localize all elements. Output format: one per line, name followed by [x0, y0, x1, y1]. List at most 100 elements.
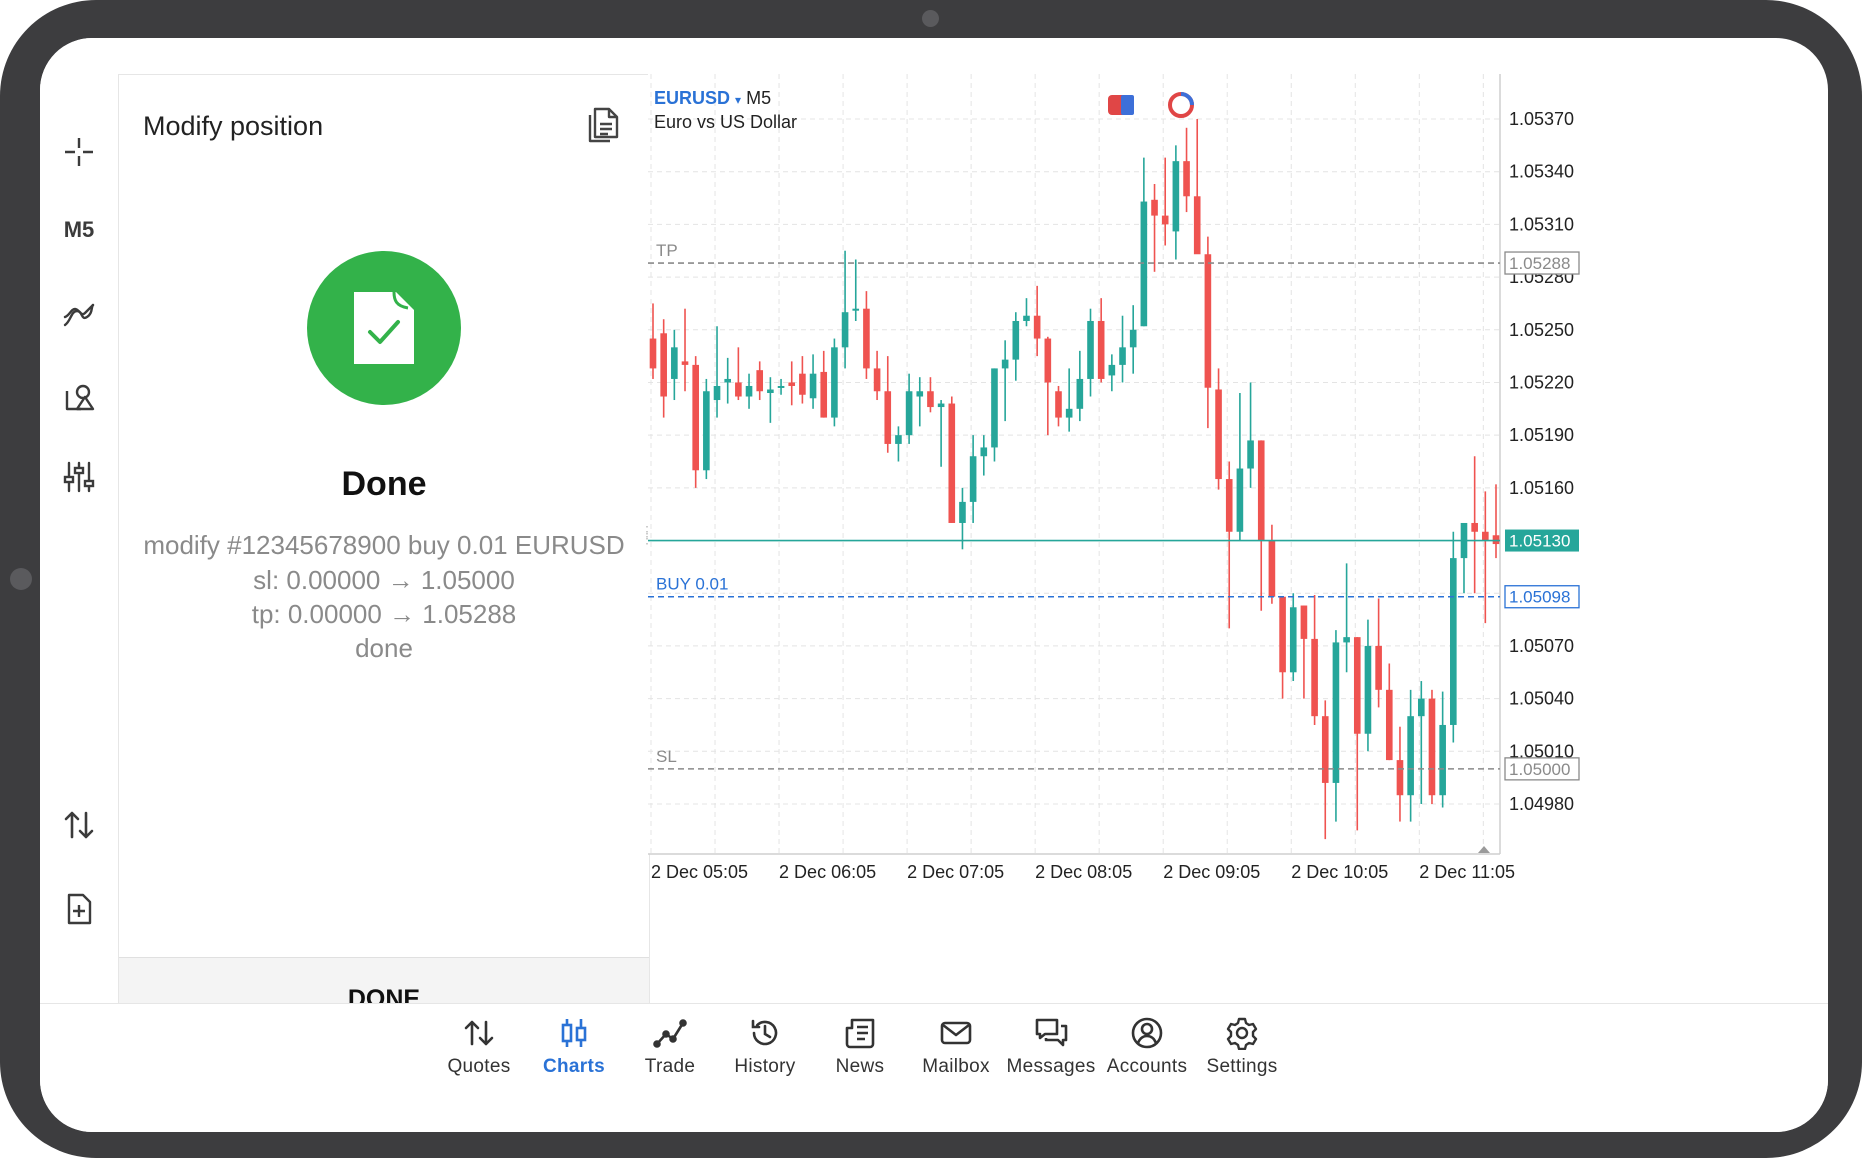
new-order-icon[interactable]	[52, 882, 106, 936]
nav-label: Mailbox	[922, 1056, 990, 1077]
candle-body	[1183, 161, 1190, 197]
candle-body	[1364, 645, 1372, 734]
candle-body	[1193, 196, 1201, 255]
message-line-tp: tp: 0.00000 → 1.05288	[251, 599, 517, 629]
candle-body	[735, 382, 742, 397]
y-tick-label: 1.05070	[1509, 636, 1574, 656]
candle-body	[1289, 607, 1297, 673]
candle-body	[1332, 642, 1340, 783]
candle-body	[788, 382, 796, 386]
candle-body	[681, 361, 689, 365]
candle-body	[777, 385, 785, 388]
candle-body	[1161, 215, 1169, 225]
candle-body	[1279, 596, 1286, 673]
candle-body	[1076, 378, 1084, 409]
screen: M5 Modify position Done modify #12345678…	[40, 38, 1828, 1132]
y-tick-label: 1.05160	[1509, 478, 1574, 498]
candle-body	[671, 347, 678, 379]
candle-body	[1247, 440, 1254, 469]
candle-body	[649, 338, 657, 369]
candle-body	[1151, 199, 1158, 216]
current-price-label: 1.05130	[1509, 532, 1570, 551]
candle-body	[1012, 320, 1020, 360]
candle-body	[1108, 364, 1116, 376]
candle-body	[1119, 347, 1126, 365]
candle-body	[1471, 522, 1478, 532]
nav-label: Messages	[1006, 1056, 1096, 1077]
candle-body	[1055, 391, 1062, 418]
candle-body	[852, 308, 860, 311]
nav-label: Charts	[543, 1056, 605, 1077]
chart-canvas[interactable]: 1.053701.053401.053101.052801.052501.052…	[648, 74, 1828, 1003]
quotes-icon	[464, 1020, 494, 1046]
candle-body	[1204, 254, 1212, 388]
level-label-tp: TP	[656, 241, 678, 260]
modify-ticket: modify #12345678900	[143, 530, 401, 560]
chart-symbol[interactable]: EURUSD	[654, 88, 730, 108]
charts-icon	[561, 1019, 587, 1047]
nav-label: Accounts	[1106, 1056, 1188, 1077]
crosshair-icon[interactable]	[52, 125, 106, 179]
nav-charts[interactable]: Charts	[519, 1016, 629, 1086]
candle-body	[1129, 329, 1137, 348]
candle-body	[1428, 698, 1436, 796]
candle-body	[991, 368, 998, 448]
candle-body	[1353, 637, 1361, 734]
nav-mailbox[interactable]: Mailbox	[901, 1016, 1011, 1086]
level-price-label-sl: 1.05000	[1509, 760, 1570, 779]
candle-body	[1268, 540, 1276, 597]
nav-settings[interactable]: Settings	[1187, 1016, 1297, 1086]
candle-body	[873, 368, 881, 392]
candle-body	[841, 312, 849, 348]
messages-icon	[1035, 1018, 1068, 1047]
candle-body	[1343, 637, 1350, 643]
nav-quotes[interactable]: Quotes	[424, 1016, 534, 1086]
panel-title: Modify position	[143, 111, 324, 141]
chart-symbol-description: Euro vs US Dollar	[654, 112, 798, 132]
candle-body	[1439, 724, 1446, 796]
candle-body	[1396, 760, 1404, 796]
nav-trade[interactable]: Trade	[615, 1016, 725, 1086]
copy-icon[interactable]	[585, 105, 625, 145]
candle-body	[1417, 698, 1425, 717]
settings-icon	[1226, 1017, 1258, 1050]
message-line-1: modify #12345678900 buy 0.01 EURUSD	[119, 530, 649, 561]
candle-body	[1321, 716, 1329, 783]
nav-history[interactable]: History	[710, 1016, 820, 1086]
timeframe-button[interactable]: M5	[52, 203, 106, 257]
modify-order: buy 0.01 EURUSD	[407, 530, 625, 560]
nav-label: Quotes	[447, 1056, 511, 1077]
status-title: Done	[341, 465, 427, 503]
chart-symbol-header[interactable]: EURUSD ▾ M5	[654, 88, 771, 109]
tablet-frame: M5 Modify position Done modify #12345678…	[0, 0, 1862, 1158]
candle-body	[1257, 440, 1265, 541]
nav-accounts[interactable]: Accounts	[1092, 1016, 1202, 1086]
nav-label: Trade	[644, 1056, 696, 1077]
side-sensor	[10, 568, 32, 590]
y-tick-label: 1.05220	[1509, 372, 1574, 392]
candle-body	[1033, 315, 1041, 339]
indicators-icon[interactable]	[52, 288, 106, 342]
y-tick-label: 1.05250	[1509, 320, 1574, 340]
x-tick-label: 2 Dec 05:05	[651, 862, 748, 882]
candle-body	[1225, 479, 1233, 532]
one-click-trading-icon[interactable]	[52, 798, 106, 852]
chart-settings-icon[interactable]	[52, 450, 106, 504]
candle-body	[745, 385, 753, 397]
objects-icon[interactable]	[52, 370, 106, 424]
candle-body	[703, 391, 710, 471]
candle-body	[1482, 531, 1489, 541]
candle-body	[1140, 201, 1148, 327]
nav-messages[interactable]: Messages	[996, 1016, 1106, 1086]
candle-body	[724, 378, 732, 383]
candle-body	[756, 370, 764, 392]
nav-news[interactable]: News	[805, 1016, 915, 1086]
level-label-buy: BUY 0.01	[656, 575, 728, 594]
left-toolbar: M5	[40, 38, 118, 1003]
candle-body	[1300, 605, 1308, 639]
symbol-dropdown-icon[interactable]: ▾	[735, 93, 741, 107]
y-tick-label: 1.05340	[1509, 162, 1574, 182]
candle-body	[948, 403, 956, 523]
candle-body	[927, 391, 934, 408]
price-chart[interactable]: 1.05370 1.05340 1.05310 1.05280 1.05250 1.052…	[648, 74, 1828, 1003]
